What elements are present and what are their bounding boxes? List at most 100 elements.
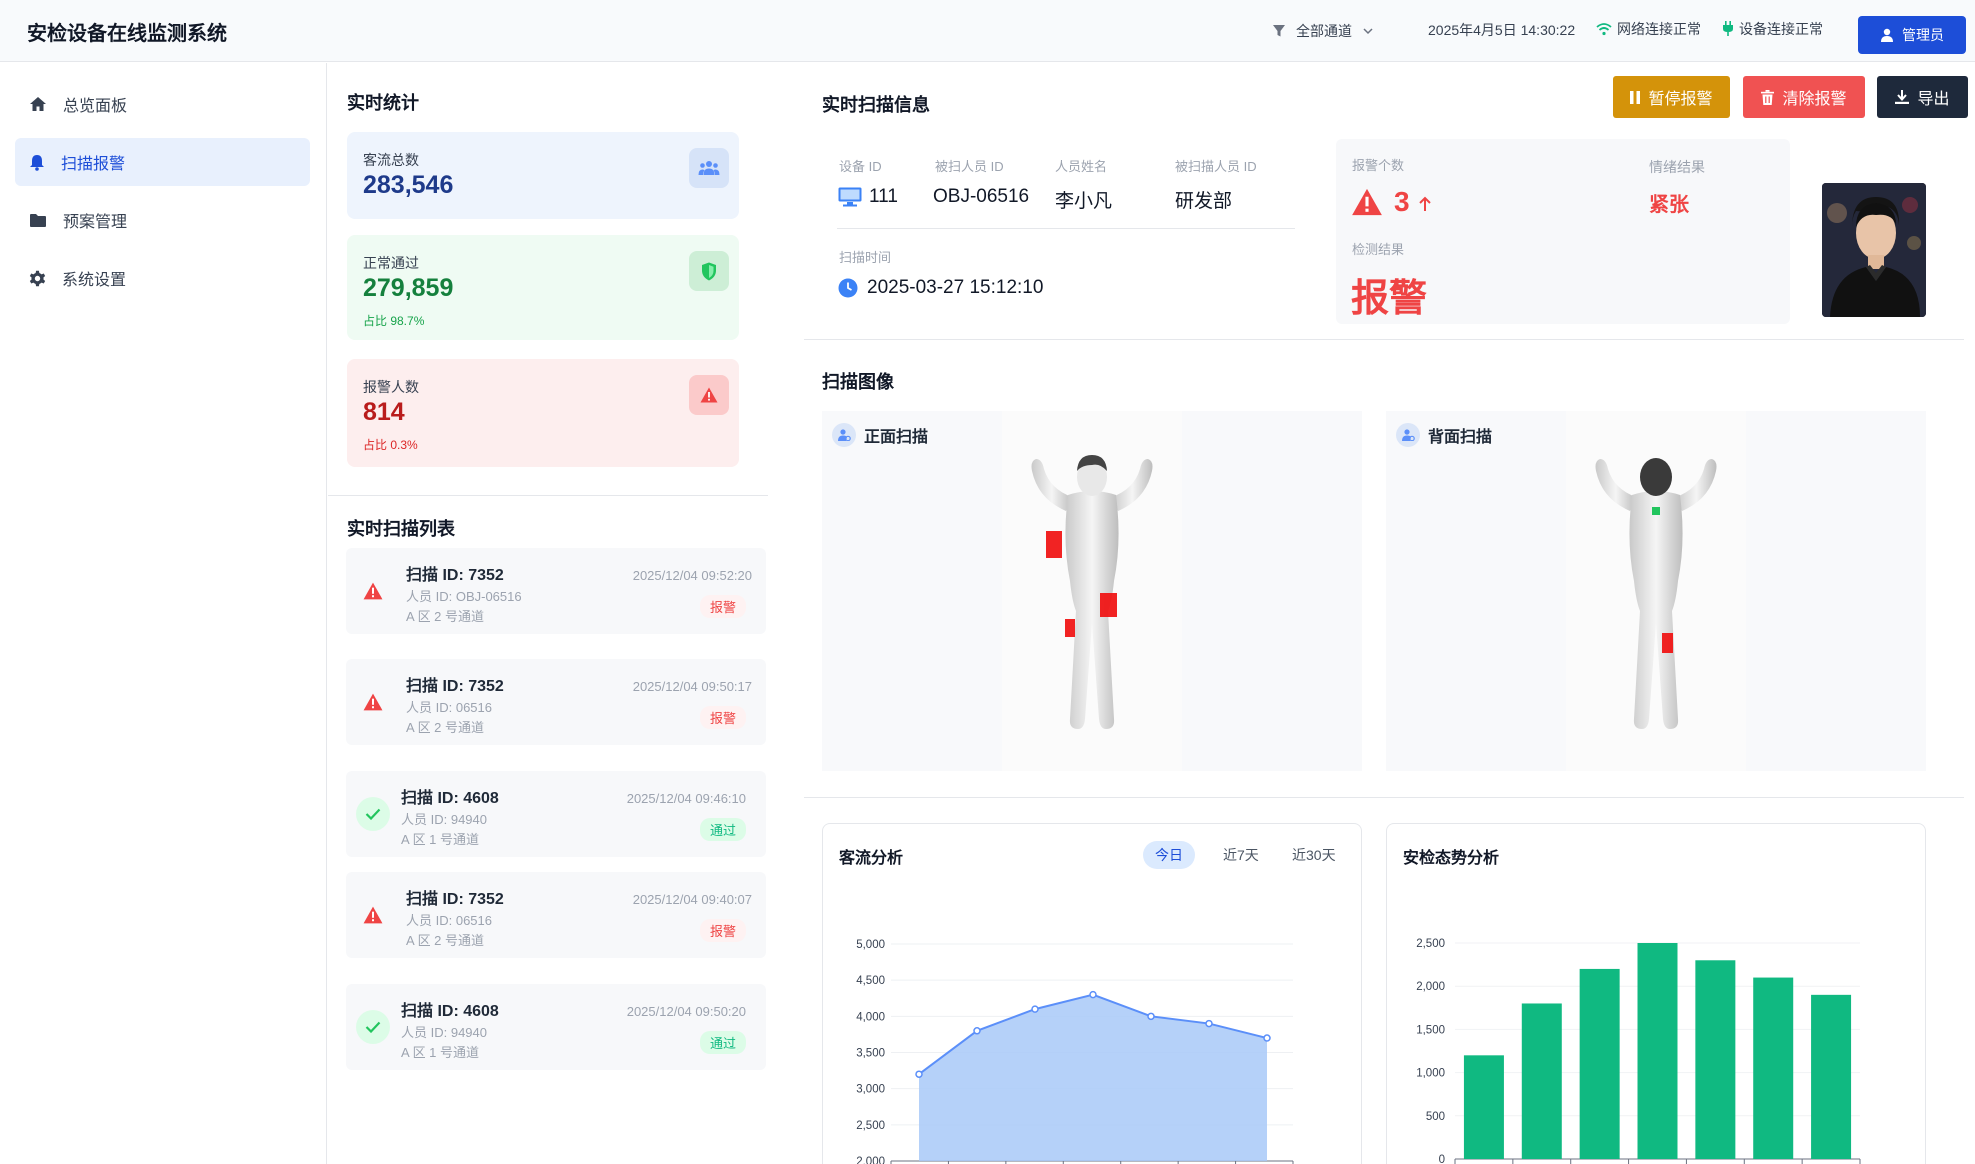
scan-list-title: 实时扫描列表 xyxy=(347,519,455,539)
bell-icon xyxy=(30,154,44,171)
data-point xyxy=(973,1027,981,1035)
flow-analysis-card: 客流分析 今日 近7天 近30天 2,000 2,500 3,000 3,500 4,0… xyxy=(822,823,1362,1164)
sidebar-item-plan-management[interactable]: 预案管理 xyxy=(15,196,310,244)
clear-alarm-label: 清除报警 xyxy=(1782,91,1847,108)
scan-list-item[interactable]: 扫描 ID: 7352 人员 ID: OBJ-06516 A 区 2 号通道 2… xyxy=(346,548,766,634)
sidebar-item-overview[interactable]: 总览面板 xyxy=(15,80,310,128)
pause-icon xyxy=(1630,90,1641,104)
pause-alarm-button[interactable]: 暂停报警 xyxy=(1613,76,1730,118)
y-tick-label: 0 xyxy=(1439,1154,1445,1164)
person-id-value: OBJ-06516 xyxy=(933,186,1030,207)
user-scan-icon xyxy=(1396,423,1420,447)
flow-area-chart: 2,000 2,500 3,000 3,500 4,000 4,500 5,000 xyxy=(856,939,1294,1164)
clear-alarm-button[interactable]: 清除报警 xyxy=(1743,76,1865,118)
person-id: 人员 ID: OBJ-06516 xyxy=(406,589,522,604)
divider xyxy=(804,339,1964,340)
warning-icon xyxy=(689,375,729,415)
scan-id: 扫描 ID: 4608 xyxy=(401,1003,499,1020)
front-scan-label: 正面扫描 xyxy=(864,429,929,446)
stat-label: 客流总数 xyxy=(363,152,419,168)
admin-button-label: 管理员 xyxy=(1902,27,1944,43)
scan-time: 2025/12/04 09:52:20 xyxy=(632,568,752,583)
channel-filter-label: 全部通道 xyxy=(1296,23,1352,39)
export-button[interactable]: 导出 xyxy=(1877,76,1968,118)
stat-card-alarm: 报警人数 814 占比 0.3% xyxy=(347,359,739,467)
data-point xyxy=(1205,1019,1213,1028)
alarm-count-label: 报警个数 xyxy=(1352,158,1405,173)
y-tick-label: 500 xyxy=(1426,1111,1445,1123)
sidebar-item-label: 扫描报警 xyxy=(61,156,126,173)
data-point xyxy=(1263,1034,1271,1042)
sidebar-item-scan-alarm[interactable]: 扫描报警 xyxy=(15,138,310,186)
person-name-label: 人员姓名 xyxy=(1055,159,1108,174)
scan-list-item[interactable]: 扫描 ID: 4608 人员 ID: 94940 A 区 1 号通道 2025/… xyxy=(346,984,766,1070)
status-badge: 报警 xyxy=(699,706,746,729)
sidebar-item-system-settings[interactable]: 系统设置 xyxy=(15,254,310,302)
front-scan-panel: 正面扫描 xyxy=(822,411,1362,771)
data-point xyxy=(1147,1012,1155,1021)
status-badge: 通过 xyxy=(699,818,746,841)
data-point xyxy=(1031,1005,1039,1013)
scan-list-item[interactable]: 扫描 ID: 7352 人员 ID: 06516 A 区 2 号通道 2025/… xyxy=(346,659,766,745)
stats-column: 实时统计 客流总数 283,546 正常通过 279,859 占比 98.7% … xyxy=(328,63,768,1164)
person-id: 人员 ID: 94940 xyxy=(401,812,487,827)
channel-area: A 区 2 号通道 xyxy=(406,720,485,735)
scan-id: 扫描 ID: 7352 xyxy=(406,678,504,695)
stat-card-total: 客流总数 283,546 xyxy=(347,132,739,219)
warning-icon xyxy=(1352,188,1382,216)
network-status: 网络连接正常 xyxy=(1596,19,1701,39)
department-value: 研发部 xyxy=(1175,191,1233,212)
stat-ratio: 占比 0.3% xyxy=(363,438,418,452)
main-panel: 实时扫描信息 暂停报警 清除报警 导出 设备 ID 111 被扫人员 ID OB… xyxy=(800,63,1975,1164)
front-body-scan xyxy=(1002,411,1182,771)
download-icon xyxy=(1895,90,1910,104)
stat-label: 报警人数 xyxy=(363,379,419,395)
department-label: 被扫描人员 ID xyxy=(1175,159,1257,174)
scan-list-item[interactable]: 扫描 ID: 4608 人员 ID: 94940 A 区 1 号通道 2025/… xyxy=(346,771,766,857)
channel-filter[interactable]: 全部通道 xyxy=(1272,21,1374,41)
security-trend-card: 安检态势分析 0 500 1,000 1,500 2,000 2,500 xyxy=(1386,823,1926,1164)
data-point xyxy=(1089,990,1097,999)
arrow-up-icon xyxy=(1419,196,1431,211)
bar xyxy=(1811,994,1852,1159)
channel-area: A 区 2 号通道 xyxy=(406,609,485,624)
shield-icon xyxy=(689,251,729,291)
back-body-scan xyxy=(1566,411,1746,771)
users-icon xyxy=(689,148,729,188)
y-tick-label: 2,000 xyxy=(1416,981,1445,993)
y-tick-label: 1,500 xyxy=(1416,1024,1445,1036)
scan-info-title: 实时扫描信息 xyxy=(822,95,930,115)
user-icon xyxy=(1881,28,1893,42)
back-scan-panel: 背面扫描 xyxy=(1386,411,1926,771)
person-id-label: 被扫人员 ID xyxy=(935,159,1004,174)
channel-area: A 区 1 号通道 xyxy=(401,832,480,847)
bar xyxy=(1637,943,1678,1159)
bar xyxy=(1753,977,1794,1159)
person-name-value: 李小凡 xyxy=(1055,191,1113,212)
divider xyxy=(328,495,768,496)
sidebar-item-label: 总览面板 xyxy=(63,98,128,115)
scan-time: 2025/12/04 09:46:10 xyxy=(626,791,746,806)
status-badge: 通过 xyxy=(699,1031,746,1054)
area-fill xyxy=(919,994,1267,1161)
home-icon xyxy=(30,97,46,111)
y-tick-label: 5,000 xyxy=(856,939,885,951)
divider xyxy=(837,228,1295,229)
data-point xyxy=(915,1070,923,1078)
trash-icon xyxy=(1761,89,1775,105)
stats-title: 实时统计 xyxy=(347,93,419,113)
bar xyxy=(1463,1055,1504,1159)
header-bar: 安检设备在线监测系统 全部通道 2025年4月5日 14:30:22 网络连接正… xyxy=(0,0,1975,62)
status-badge: 报警 xyxy=(699,919,746,942)
front-scan-header: 正面扫描 xyxy=(832,423,928,447)
admin-button[interactable]: 管理员 xyxy=(1858,16,1966,54)
y-tick-label: 3,000 xyxy=(856,1084,885,1096)
person-id: 人员 ID: 06516 xyxy=(406,700,492,715)
sidebar: 总览面板 扫描报警 预案管理 系统设置 xyxy=(0,63,327,1164)
check-icon xyxy=(356,797,390,831)
scan-list-item[interactable]: 扫描 ID: 7352 人员 ID: 06516 A 区 2 号通道 2025/… xyxy=(346,872,766,958)
back-scan-header: 背面扫描 xyxy=(1396,423,1492,447)
stat-value: 814 xyxy=(363,398,405,426)
filter-icon xyxy=(1273,25,1285,37)
scan-images-title: 扫描图像 xyxy=(822,372,894,392)
